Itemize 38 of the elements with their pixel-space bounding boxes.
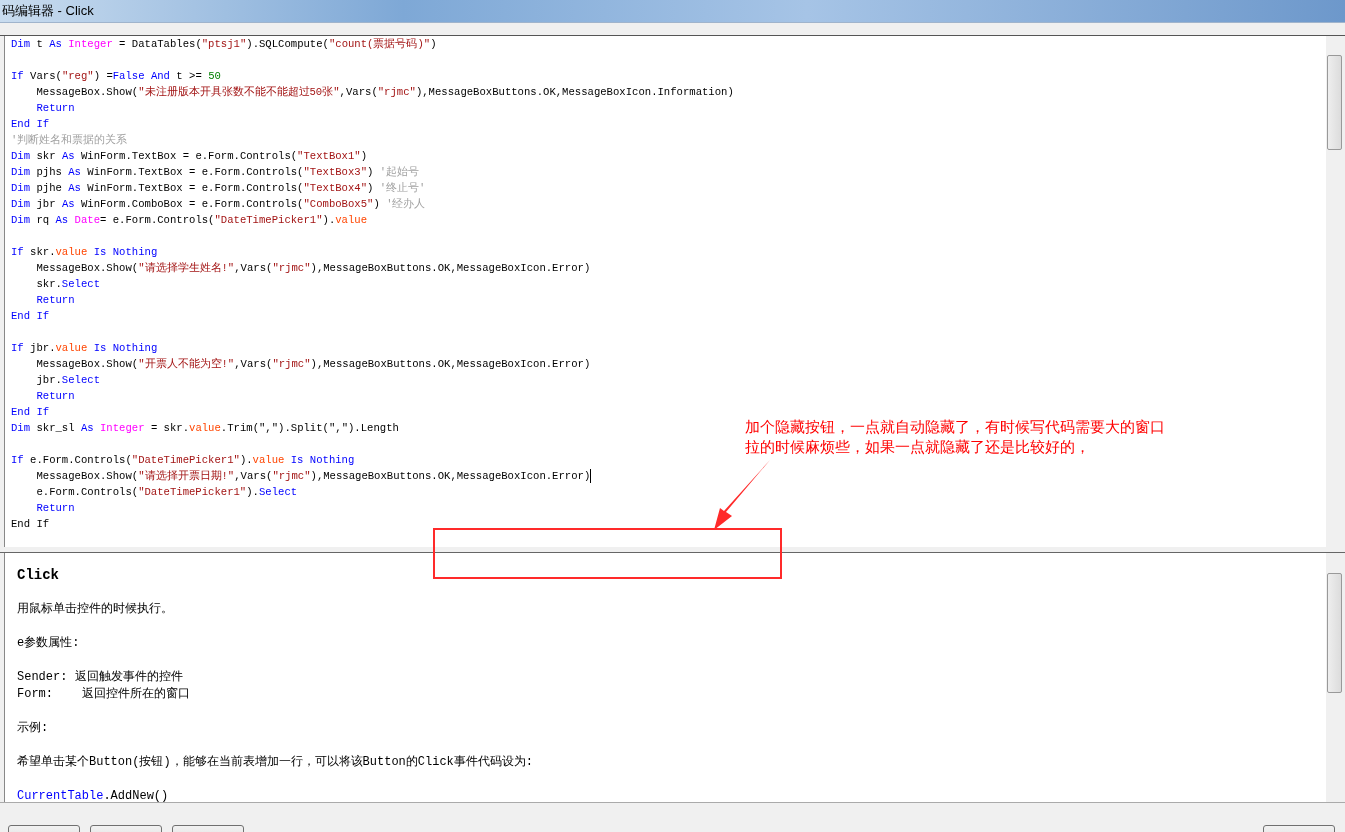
code-line: Dim pjhe As WinForm.TextBox = e.Form.Controls("TextBox4") '终止号' — [11, 181, 426, 196]
code-line: Dim jbr As WinForm.ComboBox = e.Form.Controls("ComboBox5") '经办人 — [11, 197, 426, 212]
help-text: Sender: 返回触发事件的控件 — [17, 669, 183, 686]
code-line: If e.Form.Controls("DateTimePicker1").value Is Nothing — [11, 453, 355, 468]
help-text: e参数属性: — [17, 635, 80, 652]
help-text: CurrentTable.AddNew() — [17, 788, 169, 802]
scrollbar[interactable] — [1326, 553, 1343, 802]
code-line: MessageBox.Show("开票人不能为空!",Vars("rjmc"),MessageBoxButtons.OK,MessageBoxIcon.Error) — [35, 357, 591, 372]
code-line: MessageBox.Show("未注册版本开具张数不能不能超过50张",Vars("rjmc"),MessageBoxButtons.OK,MessageBoxIcon.Information) — [35, 85, 734, 100]
code-line: Dim skr As WinForm.TextBox = e.Form.Controls("TextBox1") — [11, 149, 368, 164]
code-line: Dim skr_sl As Integer = skr.value.Trim(",").Split(",").Length — [11, 421, 399, 436]
help-text: 用鼠标单击控件的时候执行。 — [17, 601, 173, 618]
code-line: If Vars("reg") =False And t >= 50 — [11, 69, 221, 84]
code-line: Return — [35, 501, 75, 516]
code-line: Return — [35, 101, 75, 116]
code-line: skr.Select — [35, 277, 100, 292]
code-line: jbr.Select — [35, 373, 100, 388]
help-text: 希望单击某个Button(按钮)，能够在当前表增加一行，可以将该Button的Click事件代码设为: — [17, 754, 534, 771]
annotation-text: 加个隐藏按钮，一点就自动隐藏了，有时候写代码需要大的窗口拉的时候麻烦些，如果一点就隐藏了还是比较好的， — [745, 417, 1166, 457]
code-line: End If — [11, 517, 50, 532]
help-text: Form: 返回控件所在的窗口 — [17, 686, 190, 703]
help-heading: Click — [17, 567, 59, 584]
code-line: MessageBox.Show("请选择开票日期!",Vars("rjmc"),MessageBoxButtons.OK,MessageBoxIcon.Error) — [35, 468, 592, 484]
code-line: MessageBox.Show("请选择学生姓名!",Vars("rjmc"),MessageBoxButtons.OK,MessageBoxIcon.Error) — [35, 261, 591, 276]
code-line: End If — [11, 309, 50, 324]
code-line: Dim pjhs As WinForm.TextBox = e.Form.Controls("TextBox3") '起始号 — [11, 165, 420, 180]
code-line: Return — [35, 293, 75, 308]
code-line: If skr.value Is Nothing — [11, 245, 158, 260]
code-line: Return — [35, 389, 75, 404]
code-line: '判断姓名和票据的关系 — [11, 133, 128, 148]
help-text: 示例: — [17, 720, 49, 737]
code-line: Dim t As Integer = DataTables("ptsj1").SQLCompute("count(票据号码)") — [11, 37, 437, 52]
code-line: If jbr.value Is Nothing — [11, 341, 158, 356]
window-title: 码编辑器 - Click — [2, 2, 94, 20]
code-line: e.Form.Controls("DateTimePicker1").Select — [35, 485, 298, 500]
code-line: End If — [11, 405, 50, 420]
code-line: End If — [11, 117, 50, 132]
code-line: Dim rq As Date= e.Form.Controls("DateTimePicker1").value — [11, 213, 368, 228]
